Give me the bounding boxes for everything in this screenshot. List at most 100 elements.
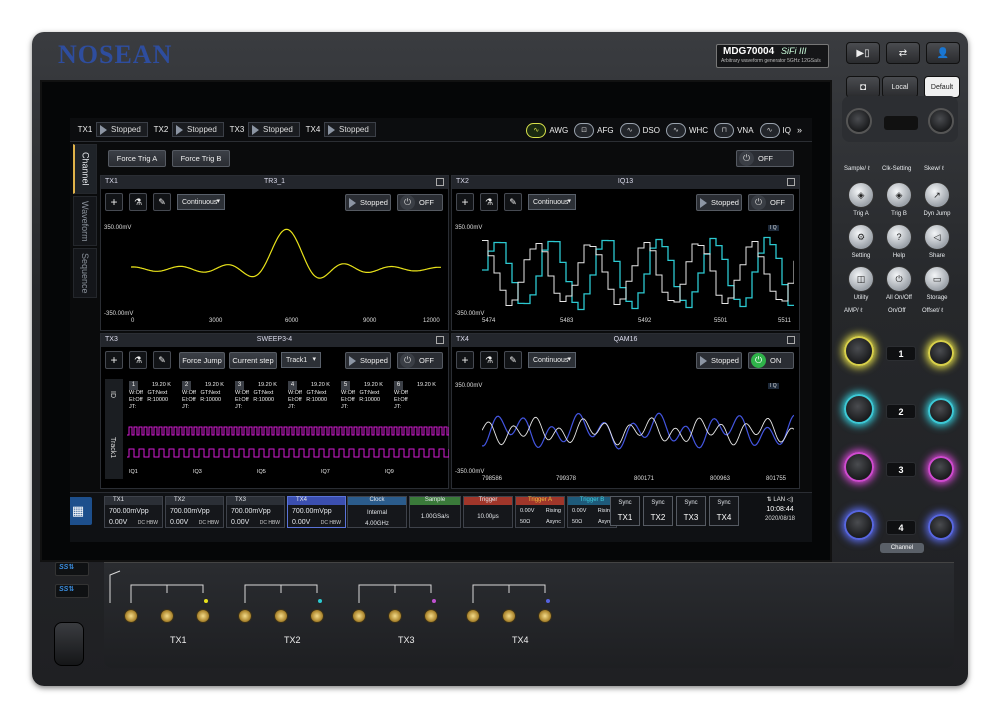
vna-mode-icon[interactable]: ⊓ — [714, 122, 735, 138]
maximize-checkbox[interactable] — [787, 178, 795, 186]
global-power-button[interactable]: ⏻ OFF — [736, 150, 794, 167]
brush-icon[interactable]: ⚗ — [129, 193, 147, 211]
iq-mode-icon[interactable]: ∿ — [759, 122, 780, 138]
clock-tile[interactable]: Clock Internal 4.00GHz — [347, 496, 407, 528]
tx4-run-button[interactable]: Stopped — [696, 352, 742, 369]
brush-icon[interactable]: ⚗ — [480, 193, 498, 211]
tx3-power-button[interactable]: ⏻ OFF — [397, 352, 443, 369]
add-icon[interactable]: + — [456, 351, 474, 369]
trig-b-button[interactable]: ◈ — [886, 182, 912, 208]
tx3-amp-knob[interactable] — [844, 452, 874, 482]
trig-a-button[interactable]: ◈ — [848, 182, 874, 208]
tx4-status[interactable]: TX4 Stopped — [302, 121, 376, 138]
sequence-step[interactable]: 2 19.20 K W:Off GT:Next El:Off R:10000 JT: — [182, 381, 228, 411]
add-icon[interactable]: + — [105, 351, 123, 369]
dyn-jump-button[interactable]: ↗ — [924, 182, 950, 208]
tx1-run-button[interactable]: Stopped — [345, 194, 391, 211]
sync-tx1-button[interactable]: Sync TX1 — [610, 496, 640, 526]
sync-tx4-button[interactable]: Sync TX4 — [709, 496, 739, 526]
trigger-tile[interactable]: Trigger 10.00μs — [463, 496, 513, 528]
edit-icon[interactable]: ✎ — [153, 193, 171, 211]
utility-button[interactable]: ◫ — [848, 266, 874, 292]
mode-vna[interactable]: VNA — [737, 126, 753, 135]
tab-sequence[interactable]: Sequence — [73, 248, 97, 298]
setting-button[interactable]: ⚙ — [848, 224, 874, 250]
sample-tile[interactable]: Sample 1.00GSa/s — [409, 496, 461, 528]
iq-legend[interactable]: I Q — [768, 383, 779, 389]
menu-grid-icon[interactable]: ▦ — [70, 497, 92, 525]
sequence-step[interactable]: 1 19.20 K W:Off GT:Next El:Off R:10000 JT: — [129, 381, 175, 411]
tab-channel[interactable]: Channel — [73, 144, 97, 194]
tx4-amp-knob[interactable] — [844, 510, 874, 540]
all-on-off-button[interactable]: ⏻ — [886, 266, 912, 292]
afg-mode-icon[interactable]: ⊡ — [574, 122, 595, 138]
mode-iq[interactable]: IQ — [783, 126, 791, 135]
tx3-setting-tile[interactable]: TX3 700.00mVpp 0.00V DC HBW — [226, 496, 285, 528]
tx2-power-button[interactable]: ⏻ OFF — [748, 194, 794, 211]
mode-dso[interactable]: DSO — [643, 126, 660, 135]
share-button[interactable]: ◁ — [924, 224, 950, 250]
edit-icon[interactable]: ✎ — [504, 193, 522, 211]
mode-awg[interactable]: AWG — [549, 126, 568, 135]
tx2-offset-knob[interactable] — [928, 398, 954, 424]
tx3-offset-knob[interactable] — [928, 456, 954, 482]
tab-waveform[interactable]: Waveform — [73, 196, 97, 246]
track-select[interactable]: Track1 — [281, 352, 321, 368]
tx2-run-button[interactable]: Stopped — [696, 194, 742, 211]
mode-whc[interactable]: WHC — [689, 126, 708, 135]
whc-mode-icon[interactable]: ∿ — [665, 122, 686, 138]
tx1-status[interactable]: TX1 Stopped — [74, 121, 148, 138]
trigger-a-tile[interactable]: Trigger A 0.00V Rising 50Ω Async — [515, 496, 565, 528]
brush-icon[interactable]: ⚗ — [129, 351, 147, 369]
maximize-checkbox[interactable] — [436, 336, 444, 344]
power-switch[interactable] — [54, 622, 84, 666]
tx1-offset-knob[interactable] — [928, 340, 954, 366]
tx2-status[interactable]: TX2 Stopped — [150, 121, 224, 138]
force-jump-button[interactable]: Force Jump — [179, 352, 225, 369]
channel-1-key[interactable]: 1 — [886, 346, 916, 361]
mode-afg[interactable]: AFG — [597, 126, 613, 135]
current-step-button[interactable]: Current step — [229, 352, 277, 369]
play-pause-button[interactable]: ▶▯ — [846, 42, 880, 64]
sequence-step[interactable]: 4 19.20 K W:Off GT:Next El:Off R:10000 JT: — [288, 381, 334, 411]
tx2-amp-knob[interactable] — [844, 394, 874, 424]
maximize-checkbox[interactable] — [787, 336, 795, 344]
tx1-amp-knob[interactable] — [844, 336, 874, 366]
tx3-run-button[interactable]: Stopped — [345, 352, 391, 369]
force-trig-a-button[interactable]: Force Trig A — [108, 150, 166, 167]
brush-icon[interactable]: ⚗ — [480, 351, 498, 369]
sync-tx3-button[interactable]: Sync TX3 — [676, 496, 706, 526]
iq-legend[interactable]: I Q — [768, 225, 779, 231]
tx4-setting-tile[interactable]: TX4 700.00mVpp 0.00V DC HBW — [287, 496, 346, 528]
left-top-knob[interactable] — [846, 108, 872, 134]
channel-4-key[interactable]: 4 — [886, 520, 916, 535]
edit-icon[interactable]: ✎ — [153, 351, 171, 369]
tx2-setting-tile[interactable]: TX2 700.00mVpp 0.00V DC HBW — [165, 496, 224, 528]
tx1-setting-tile[interactable]: TX1 700.00mVpp 0.00V DC HBW — [104, 496, 163, 528]
right-top-knob[interactable] — [928, 108, 954, 134]
tx1-power-button[interactable]: ⏻ OFF — [397, 194, 443, 211]
add-icon[interactable]: + — [105, 193, 123, 211]
channel-3-key[interactable]: 3 — [886, 462, 916, 477]
channel-2-key[interactable]: 2 — [886, 404, 916, 419]
dso-mode-icon[interactable]: ∿ — [619, 122, 640, 138]
run-mode-select[interactable]: Continuous — [528, 352, 576, 368]
maximize-checkbox[interactable] — [436, 178, 444, 186]
force-trig-b-button[interactable]: Force Trig B — [172, 150, 230, 167]
sequence-step[interactable]: 5 19.20 K W:Off GT:Next El:Off R:10000 JT: — [341, 381, 387, 411]
sequence-step[interactable]: 3 19.20 K W:Off GT:Next El:Off R:10000 JT: — [235, 381, 281, 411]
run-mode-select[interactable]: Continuous — [177, 194, 225, 210]
storage-button[interactable]: ▭ — [924, 266, 950, 292]
tx3-status[interactable]: TX3 Stopped — [226, 121, 300, 138]
expand-chevron-icon[interactable]: » — [797, 125, 802, 135]
sequence-step[interactable]: 6 19.20 K W:Off El:Off JT: — [394, 381, 440, 411]
tx4-power-button[interactable]: ⏻ ON — [748, 352, 794, 369]
user-button[interactable]: 👤 — [926, 42, 960, 64]
add-icon[interactable]: + — [456, 193, 474, 211]
center-key[interactable] — [884, 116, 918, 130]
run-mode-select[interactable]: Continuous — [528, 194, 576, 210]
sync-tx2-button[interactable]: Sync TX2 — [643, 496, 673, 526]
awg-mode-icon[interactable]: ∿ — [526, 122, 547, 138]
tx4-offset-knob[interactable] — [928, 514, 954, 540]
sync-button[interactable]: ⇄ — [886, 42, 920, 64]
